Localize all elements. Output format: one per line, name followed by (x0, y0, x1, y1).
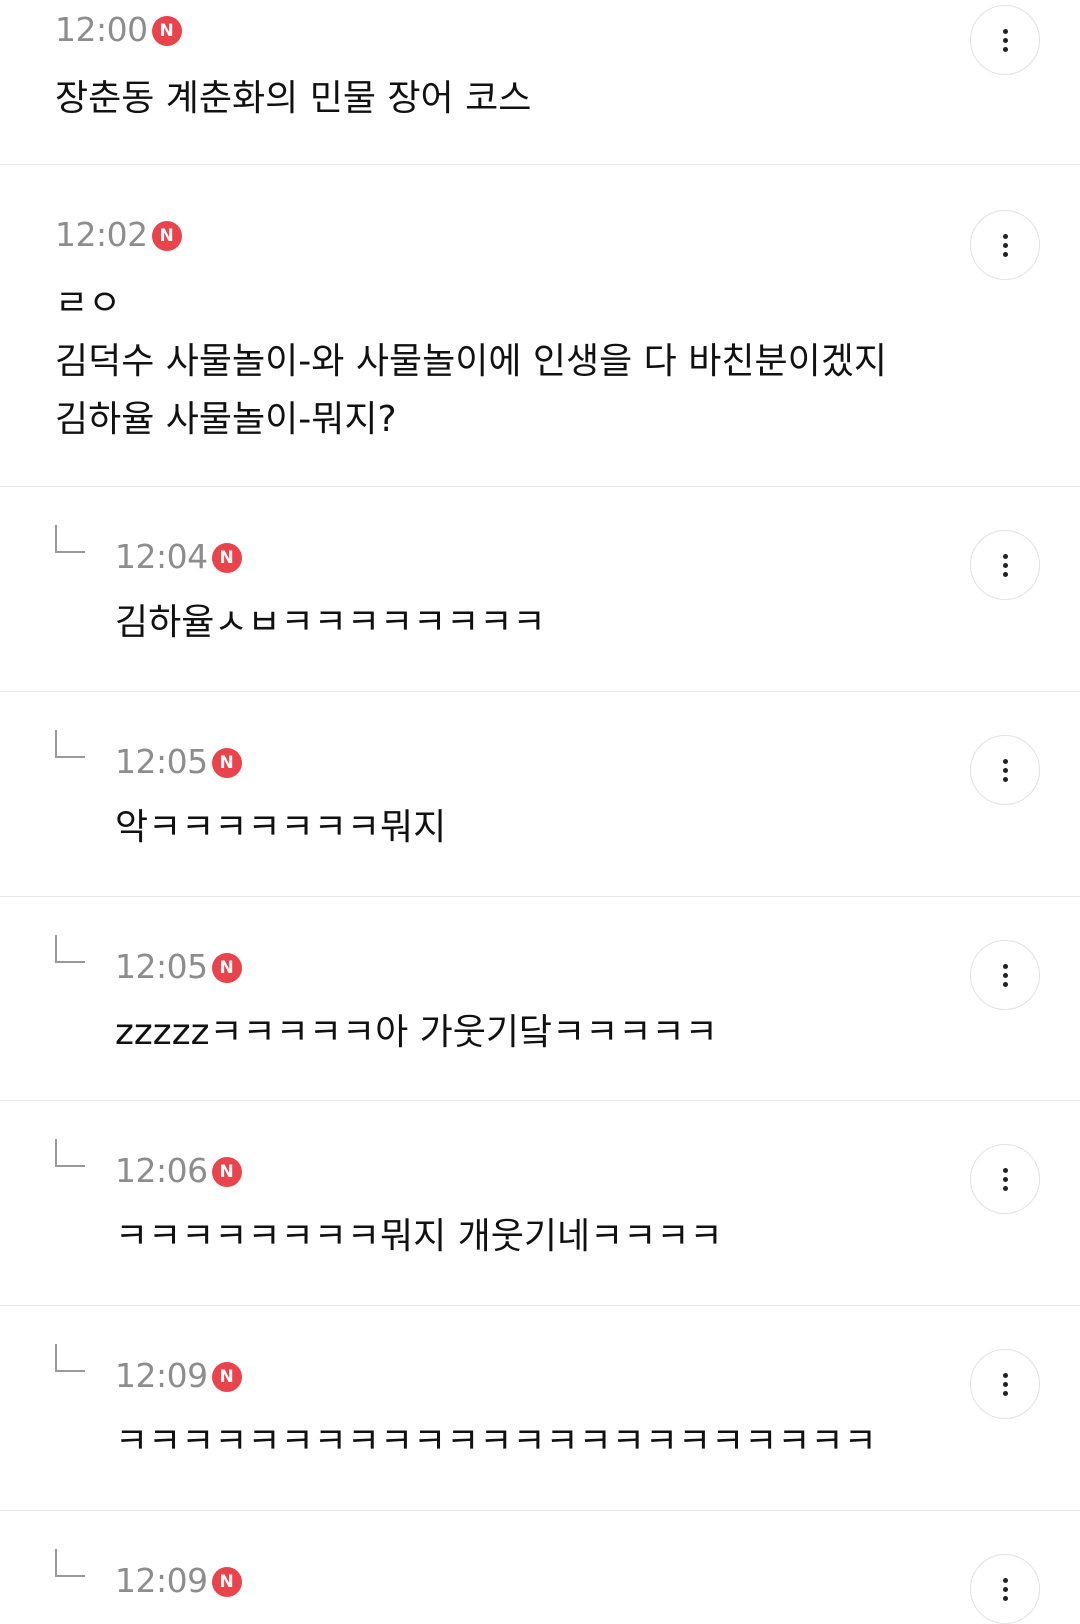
more-vertical-icon (1002, 1167, 1008, 1173)
comment-meta: 12:04 N (115, 537, 242, 576)
reply-arrow-icon (55, 730, 85, 758)
more-vertical-icon (1002, 1372, 1008, 1378)
more-vertical-icon-dot (1002, 1381, 1008, 1387)
comment-line: ㄹㅇ (55, 283, 122, 324)
more-vertical-icon-dot (1002, 562, 1008, 568)
comment-time: 12:09 (115, 1356, 208, 1395)
comment-meta: 12:09 N (115, 1356, 242, 1395)
comment-time: 12:09 (115, 1561, 208, 1600)
comment-text: ㅋㅋㅋㅋㅋㅋㅋㅋㅋㅋㅋㅋㅋㅋㅋㅋㅋㅋㅋㅋㅋㅋㅋ (115, 1413, 877, 1471)
comment-meta: 12:06 N (115, 1151, 242, 1190)
more-options-button[interactable] (970, 530, 1040, 600)
comment-time: 12:06 (115, 1151, 208, 1190)
comment-time: 12:02 (55, 215, 148, 254)
more-vertical-icon (1002, 233, 1008, 239)
comment-text: ㄹㅇ 김덕수 사물놀이-와 사물놀이에 인생을 다 바친분이겠지김하율 사물놀이-… (55, 275, 887, 449)
comment-time: 12:00 (55, 10, 148, 49)
more-options-button[interactable] (970, 735, 1040, 805)
more-vertical-icon-dot (1002, 1185, 1008, 1191)
reply-item: 12:09 N ㅋㅋㅋㅋㅋㅋㅋㅋㅋㅋㅋㅋㅋㅋㅋㅋㅋㅋㅋㅋㅋㅋㅋ (0, 1306, 1080, 1511)
comment-meta: 12:05 N (115, 742, 242, 781)
comment-meta: 12:02 N (55, 215, 182, 254)
new-badge-icon: N (211, 747, 242, 778)
new-badge-icon: N (211, 952, 242, 983)
comment-item: 12:02 N ㄹㅇ 김덕수 사물놀이-와 사물놀이에 인생을 다 바친분이겠지김… (0, 165, 1080, 487)
more-vertical-icon-dot (1002, 1595, 1008, 1601)
reply-arrow-icon (55, 1139, 85, 1167)
more-vertical-icon-dot (1002, 1390, 1008, 1396)
comment-meta: 12:00 N (55, 10, 182, 49)
comment-time: 12:05 (115, 947, 208, 986)
more-vertical-icon (1002, 963, 1008, 969)
more-options-button[interactable] (970, 1554, 1040, 1624)
more-vertical-icon-dot (1002, 1176, 1008, 1182)
comment-feed: 12:00 N 장춘동 계춘화의 민물 장어 코스 12:02 N ㄹㅇ 김덕수 … (0, 0, 1080, 1624)
more-vertical-icon-dot (1002, 571, 1008, 577)
more-options-button[interactable] (970, 1144, 1040, 1214)
more-vertical-icon-dot (1002, 767, 1008, 773)
comment-line: 김덕수 사물놀이-와 사물놀이에 인생을 다 바친분이겠지 (55, 341, 887, 382)
comment-time: 12:04 (115, 537, 208, 576)
reply-item: 12:09 N (0, 1511, 1080, 1624)
comment-line: 장춘동 계춘화의 민물 장어 코스 (55, 78, 532, 119)
comment-line: zzzzzㅋㅋㅋㅋㅋ아 가웃기닼ㅋㅋㅋㅋㅋ (115, 1012, 718, 1053)
comment-meta: 12:09 N (115, 1561, 242, 1600)
comment-text: 김하율ㅅㅂㅋㅋㅋㅋㅋㅋㅋㅋ (115, 594, 546, 652)
reply-item: 12:05 N 악ㅋㅋㅋㅋㅋㅋㅋ뭐지 (0, 692, 1080, 897)
more-vertical-icon-dot (1002, 972, 1008, 978)
more-vertical-icon (1002, 28, 1008, 34)
new-badge-icon: N (211, 1566, 242, 1597)
reply-arrow-icon (55, 1549, 85, 1577)
more-options-button[interactable] (970, 5, 1040, 75)
comment-line: ㅋㅋㅋㅋㅋㅋㅋㅋ뭐지 개웃기네ㅋㅋㅋㅋ (115, 1216, 723, 1257)
more-vertical-icon (1002, 758, 1008, 764)
comment-meta: 12:05 N (115, 947, 242, 986)
reply-arrow-icon (55, 525, 85, 553)
more-vertical-icon (1002, 553, 1008, 559)
more-vertical-icon-dot (1002, 242, 1008, 248)
comment-text: ㅋㅋㅋㅋㅋㅋㅋㅋ뭐지 개웃기네ㅋㅋㅋㅋ (115, 1208, 723, 1266)
more-vertical-icon (1002, 1577, 1008, 1583)
comment-line: 악ㅋㅋㅋㅋㅋㅋㅋ뭐지 (115, 807, 447, 848)
more-vertical-icon-dot (1002, 1586, 1008, 1592)
comment-item: 12:00 N 장춘동 계춘화의 민물 장어 코스 (0, 0, 1080, 165)
new-badge-icon: N (211, 1156, 242, 1187)
more-options-button[interactable] (970, 940, 1040, 1010)
comment-line: ㅋㅋㅋㅋㅋㅋㅋㅋㅋㅋㅋㅋㅋㅋㅋㅋㅋㅋㅋㅋㅋㅋㅋ (115, 1421, 877, 1462)
new-badge-icon: N (211, 1361, 242, 1392)
reply-arrow-icon (55, 935, 85, 963)
comment-text: zzzzzㅋㅋㅋㅋㅋ아 가웃기닼ㅋㅋㅋㅋㅋ (115, 1004, 718, 1062)
reply-arrow-icon (55, 1344, 85, 1372)
new-badge-icon: N (151, 220, 182, 251)
comment-text: 악ㅋㅋㅋㅋㅋㅋㅋ뭐지 (115, 799, 446, 857)
more-vertical-icon-dot (1002, 46, 1008, 52)
new-badge-icon: N (211, 542, 242, 573)
reply-item: 12:04 N 김하율ㅅㅂㅋㅋㅋㅋㅋㅋㅋㅋ (0, 487, 1080, 692)
more-vertical-icon-dot (1002, 981, 1008, 987)
more-options-button[interactable] (970, 210, 1040, 280)
reply-item: 12:06 N ㅋㅋㅋㅋㅋㅋㅋㅋ뭐지 개웃기네ㅋㅋㅋㅋ (0, 1101, 1080, 1306)
new-badge-icon: N (151, 15, 182, 46)
more-options-button[interactable] (970, 1349, 1040, 1419)
more-vertical-icon-dot (1002, 776, 1008, 782)
comment-line: 김하율ㅅㅂㅋㅋㅋㅋㅋㅋㅋㅋ (115, 602, 546, 643)
more-vertical-icon-dot (1002, 251, 1008, 257)
comment-text: 장춘동 계춘화의 민물 장어 코스 (55, 70, 531, 128)
comment-line: 김하율 사물놀이-뭐지? (55, 399, 397, 440)
reply-item: 12:05 N zzzzzㅋㅋㅋㅋㅋ아 가웃기닼ㅋㅋㅋㅋㅋ (0, 897, 1080, 1101)
more-vertical-icon-dot (1002, 37, 1008, 43)
comment-time: 12:05 (115, 742, 208, 781)
